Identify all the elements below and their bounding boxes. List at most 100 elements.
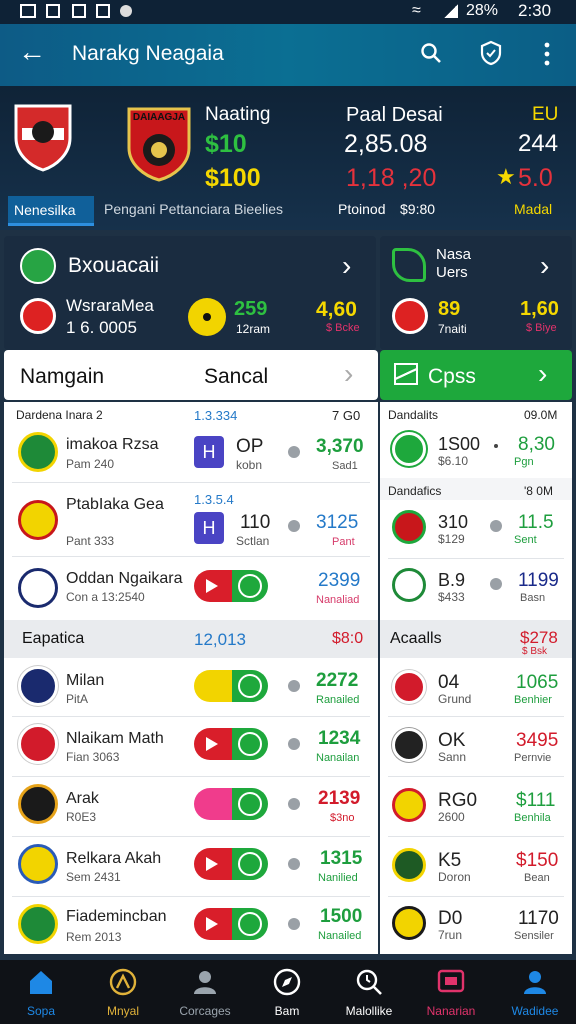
search-icon[interactable] — [420, 42, 441, 63]
table-row[interactable]: D0 7run 1170 Sensiler — [380, 898, 572, 954]
row-name: PtabIaka Gea — [66, 496, 164, 513]
nav-label: Malollike — [345, 1004, 393, 1018]
info-dot-icon[interactable] — [288, 680, 300, 692]
info-dot-icon[interactable] — [288, 798, 300, 810]
lock-icon — [72, 4, 86, 18]
h-badge-icon: H — [194, 436, 224, 468]
table-row[interactable]: imakoa Rzsa Pam 240 H OP kobn 3,370 Sad1 — [4, 424, 378, 482]
back-arrow-icon[interactable]: ← — [18, 38, 46, 66]
info-dot-icon[interactable] — [288, 918, 300, 930]
row-code-sub: Sctlan — [236, 534, 270, 548]
left-list-header-a: Dardena Inara 2 — [16, 408, 103, 422]
play-toggle[interactable] — [194, 728, 268, 760]
row-value: 2399 — [318, 570, 361, 591]
team-logo-icon — [18, 844, 58, 884]
hero-col2-value1: 2,85.08 — [344, 130, 428, 158]
table-row[interactable]: Relkara Akah Sem 2431 1315 Nanilied — [4, 838, 378, 894]
tab-nenesilka[interactable]: Nenesilka — [8, 196, 94, 226]
nav-nanarian[interactable]: Nanarian — [410, 960, 492, 1024]
right-list-header2-b: '8 0M — [524, 484, 553, 498]
row-value-sub: $3no — [330, 812, 355, 824]
tab-sancal-label[interactable]: Sancal — [204, 365, 268, 389]
table-row[interactable]: RG0 2600 $111 Benhila — [380, 778, 572, 834]
row-sub: Sem 2431 — [66, 870, 121, 884]
team-logo-icon — [392, 670, 426, 704]
card-left-num1: 259 — [234, 298, 268, 320]
summary-card-right[interactable]: Nasa Uers › 89 7naiti 1,60 $ Biye — [380, 236, 572, 350]
row-value-sub: Benhier — [514, 694, 552, 706]
chevron-right-icon[interactable]: › — [344, 358, 353, 390]
nav-wadidee[interactable]: Wadidee — [494, 960, 576, 1024]
chevron-right-icon[interactable]: › — [538, 358, 547, 390]
table-row[interactable]: 310 $129 11.5 Sent — [380, 500, 572, 558]
play-toggle[interactable] — [194, 848, 268, 880]
clock-icon — [238, 674, 262, 698]
play-toggle[interactable] — [194, 908, 268, 940]
row-sub: Rem 2013 — [66, 930, 122, 944]
table-row[interactable]: 04 Grund 1065 Benhier — [380, 658, 572, 716]
nav-home[interactable]: Sopa — [0, 960, 82, 1024]
info-dot-icon[interactable] — [490, 578, 502, 590]
nav-mnyal[interactable]: Mnyal — [82, 960, 164, 1024]
status-toggle[interactable] — [194, 788, 268, 820]
team-logo-icon — [392, 568, 426, 602]
mail-icon — [394, 363, 418, 385]
chevron-right-icon[interactable]: › — [342, 250, 351, 282]
nav-corcages[interactable]: Corcages — [164, 960, 246, 1024]
table-row[interactable]: Milan PitA 2272 Ranailed — [4, 658, 378, 716]
nav-label: Sopa — [26, 1004, 56, 1018]
tab-cpss[interactable]: Cpss › — [380, 350, 572, 400]
row-value-sub: Ranailed — [316, 694, 360, 706]
summary-card-left[interactable]: Bxouacaii › WsraraMea 1 6. 0005 259 12ra… — [4, 236, 376, 350]
user-icon — [191, 968, 219, 996]
card-right-title1: Nasa — [436, 246, 472, 263]
info-dot-icon[interactable] — [288, 446, 300, 458]
signal-icon — [444, 4, 458, 18]
tab-namgain[interactable]: Namgain Sancal › — [4, 350, 378, 400]
row-value-sub: Pant — [332, 536, 355, 548]
divider — [12, 896, 370, 897]
nav-bam[interactable]: Bam — [246, 960, 328, 1024]
row-sub: Pant 333 — [66, 534, 115, 548]
chevron-right-icon[interactable]: › — [540, 250, 549, 282]
row-code-sub: kobn — [236, 458, 263, 472]
info-dot-icon[interactable] — [288, 738, 300, 750]
section2-right-panel: 04 Grund 1065 Benhier OK Sann 3495 Pernv… — [380, 658, 572, 954]
play-icon — [206, 917, 218, 931]
row-value-sub: Nanilied — [318, 872, 358, 884]
info-dot-icon[interactable] — [288, 858, 300, 870]
row-code-sub: 2600 — [438, 810, 465, 824]
row-sub: Fian 3063 — [66, 750, 120, 764]
table-row[interactable]: K5 Doron $150 Bean — [380, 838, 572, 894]
info-dot-icon[interactable] — [288, 520, 300, 532]
row-value: 2272 — [316, 670, 359, 691]
team-badge-icon[interactable] — [12, 102, 74, 172]
table-row[interactable]: Nlaikam Math Fian 3063 1234 Nanailan — [4, 718, 378, 774]
table-row[interactable]: PtabIaka Gea Pant 333 1.3.5.4 H 110 Sctl… — [4, 484, 378, 554]
table-row[interactable]: Oddan Ngaikara Con a 13:2540 2399 Nanali… — [4, 558, 378, 618]
card-right-num2: 1,60 — [520, 298, 559, 320]
hero-tab-text[interactable]: Pengani Pettanciara Bieelies — [104, 201, 283, 217]
left-list-header-b: 1.3.334 — [194, 408, 238, 423]
info-dot-icon[interactable] — [490, 520, 502, 532]
table-row[interactable]: OK Sann 3495 Pernvie — [380, 718, 572, 774]
row-name: Oddan Ngaikara — [66, 570, 183, 587]
row-name: Nlaikam Math — [66, 730, 164, 747]
row-value: 1500 — [320, 906, 363, 927]
more-vert-icon[interactable] — [544, 42, 550, 66]
play-toggle[interactable] — [194, 570, 268, 602]
table-row[interactable]: Fiademincban Rem 2013 1500 Nanailed — [4, 898, 378, 954]
gallery-icon — [20, 4, 36, 18]
shield-icon[interactable] — [480, 40, 502, 66]
right-list-header-b: 09.0M — [524, 408, 558, 422]
table-row[interactable]: Arak R0E3 2139 $3no — [4, 778, 378, 834]
row-code: 1S00 — [438, 434, 481, 454]
nav-malollike[interactable]: Malollike — [328, 960, 410, 1024]
table-row[interactable]: B.9 $433 1199 Basn — [380, 560, 572, 618]
status-toggle[interactable] — [194, 670, 268, 702]
club-crest-icon[interactable]: DAIAAGJA — [126, 106, 192, 182]
team-logo-icon — [392, 728, 426, 762]
status-bar: ≈ 28% 2:30 — [0, 0, 576, 24]
table-row[interactable]: 1S00 $6.10 8,30 Pgn — [380, 424, 572, 476]
app-bar: ← Narakg Neagaia — [0, 24, 576, 86]
